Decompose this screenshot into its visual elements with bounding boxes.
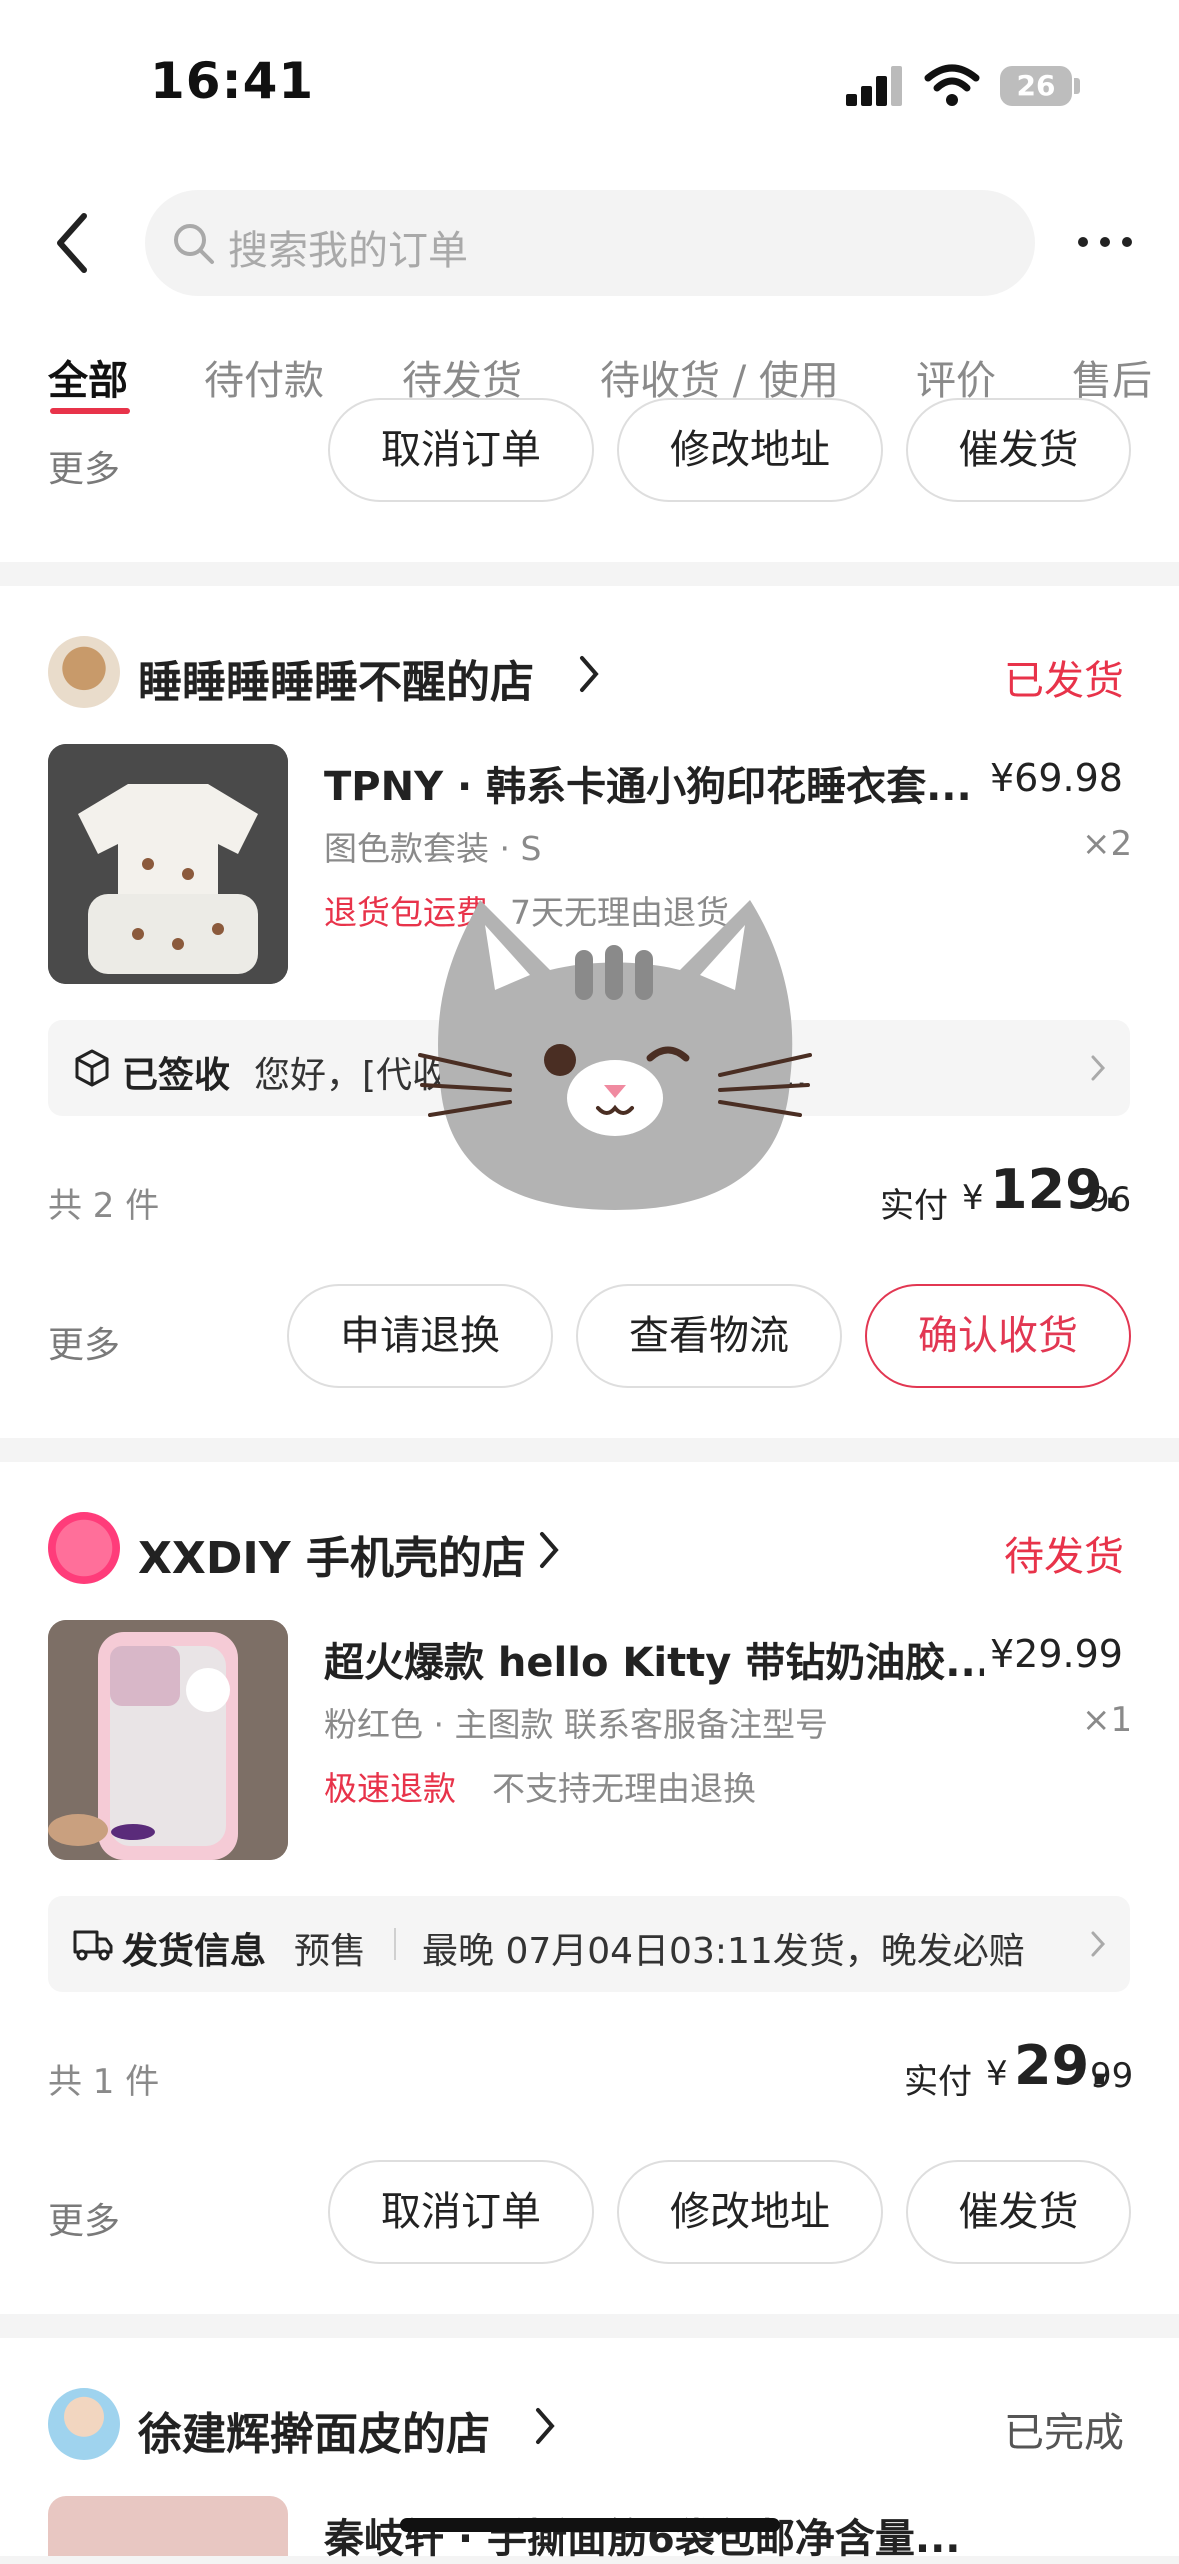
product-thumbnail[interactable]: [48, 744, 288, 984]
paid-currency: ¥: [962, 1178, 984, 1218]
product-qty: ×1: [1082, 1700, 1133, 1740]
more-link[interactable]: 更多: [48, 1316, 120, 1368]
fast-refund-tag: 极速退款: [324, 1769, 456, 1808]
chevron-right-icon: [580, 656, 599, 692]
status-time: 16:41: [150, 52, 315, 110]
shipping-info-bar[interactable]: 发货信息 预售 最晚 07月04日03:11发货，晚发必赔: [48, 1896, 1130, 1992]
more-dots-icon[interactable]: [1075, 232, 1135, 252]
battery-cap: [1074, 78, 1080, 94]
cancel-order-button[interactable]: 取消订单: [328, 398, 594, 502]
item-count: 共 1 件: [48, 2062, 160, 2102]
shop-name[interactable]: 睡睡睡睡睡不醒的店: [138, 646, 534, 710]
cat-sticker-icon: [418, 900, 812, 1210]
tab-pending-payment[interactable]: 待付款: [204, 348, 324, 406]
shipping-label: 发货信息: [122, 1931, 267, 1972]
paid-currency: ¥: [986, 2054, 1008, 2094]
signal-icon: [846, 66, 902, 106]
modify-address-button[interactable]: 修改地址: [617, 398, 883, 502]
chevron-right-icon: [1091, 1931, 1106, 1957]
paid-amount-dec: 99: [1090, 2056, 1134, 2096]
search-icon: [174, 224, 214, 264]
chevron-right-icon: [1091, 1055, 1106, 1081]
more-link[interactable]: 更多: [48, 2192, 120, 2244]
home-indicator[interactable]: [400, 2518, 780, 2532]
product-title[interactable]: TPNY · 韩系卡通小狗印花睡衣套...: [324, 754, 984, 812]
order-status: 已完成: [1004, 2410, 1124, 2456]
battery-level: 26: [1016, 69, 1056, 102]
wifi-icon: [924, 64, 980, 106]
more-link[interactable]: 更多: [48, 440, 120, 492]
paid-label: 实付: [904, 2062, 972, 2102]
shipping-deadline: 最晚 07月04日03:11发货，晚发必赔: [422, 1931, 1025, 1972]
product-thumbnail[interactable]: [48, 1620, 288, 1860]
order-card-partial: 更多 取消订单 修改地址 催发货: [0, 398, 1179, 562]
logistics-status: 已签收: [122, 1055, 231, 1096]
product-price: ¥69.98: [990, 756, 1123, 800]
no-return-tag: 不支持无理由退换: [492, 1769, 756, 1808]
paid-amount-dec: 96: [1088, 1180, 1132, 1220]
shop-avatar[interactable]: [48, 1512, 120, 1584]
presale-label: 预售: [294, 1931, 367, 1972]
item-count: 共 2 件: [48, 1186, 160, 1226]
shop-name[interactable]: 徐建辉擀面皮的店: [138, 2398, 490, 2462]
tab-active-indicator: [50, 408, 130, 414]
truck-icon: [73, 1930, 113, 1961]
product-thumbnail[interactable]: [48, 2496, 288, 2556]
view-logistics-button[interactable]: 查看物流: [576, 1284, 842, 1388]
product-price: ¥29.99: [990, 1632, 1123, 1676]
order-card: XXDIY 手机壳的店 待发货 超火爆款 hello Kitty 带钻奶油胶..…: [0, 1462, 1179, 2314]
paid-label: 实付: [880, 1186, 948, 1226]
cancel-order-button[interactable]: 取消订单: [328, 2160, 594, 2264]
order-status: 待发货: [1004, 1534, 1124, 1580]
tab-after-sale[interactable]: 售后: [1072, 348, 1179, 406]
product-qty: ×2: [1082, 824, 1133, 864]
modify-address-button[interactable]: 修改地址: [617, 2160, 883, 2264]
divider: [394, 1928, 396, 1960]
chevron-right-icon: [536, 2408, 555, 2444]
search-placeholder: 搜索我的订单: [228, 228, 468, 274]
product-title[interactable]: 超火爆款 hello Kitty 带钻奶油胶...: [324, 1630, 984, 1688]
product-spec: 图色款套装 · S: [324, 829, 542, 868]
product-title[interactable]: 秦岐轩 · 手撕面筋6袋包邮净含量...: [324, 2506, 984, 2564]
tab-all[interactable]: 全部: [48, 348, 128, 406]
shop-name[interactable]: XXDIY 手机壳的店: [138, 1522, 526, 1586]
apply-return-button[interactable]: 申请退换: [287, 1284, 553, 1388]
urge-shipment-button[interactable]: 催发货: [906, 2160, 1131, 2264]
chevron-right-icon: [540, 1532, 559, 1568]
urge-shipment-button[interactable]: 催发货: [906, 398, 1131, 502]
back-arrow-icon[interactable]: [52, 210, 92, 276]
product-spec: 粉红色 · 主图款 联系客服备注型号: [324, 1705, 828, 1744]
shop-avatar[interactable]: [48, 2388, 120, 2460]
order-status: 已发货: [1004, 658, 1124, 704]
box-icon: [75, 1049, 109, 1087]
confirm-receipt-button[interactable]: 确认收货: [865, 1284, 1131, 1388]
shop-avatar[interactable]: [48, 636, 120, 708]
